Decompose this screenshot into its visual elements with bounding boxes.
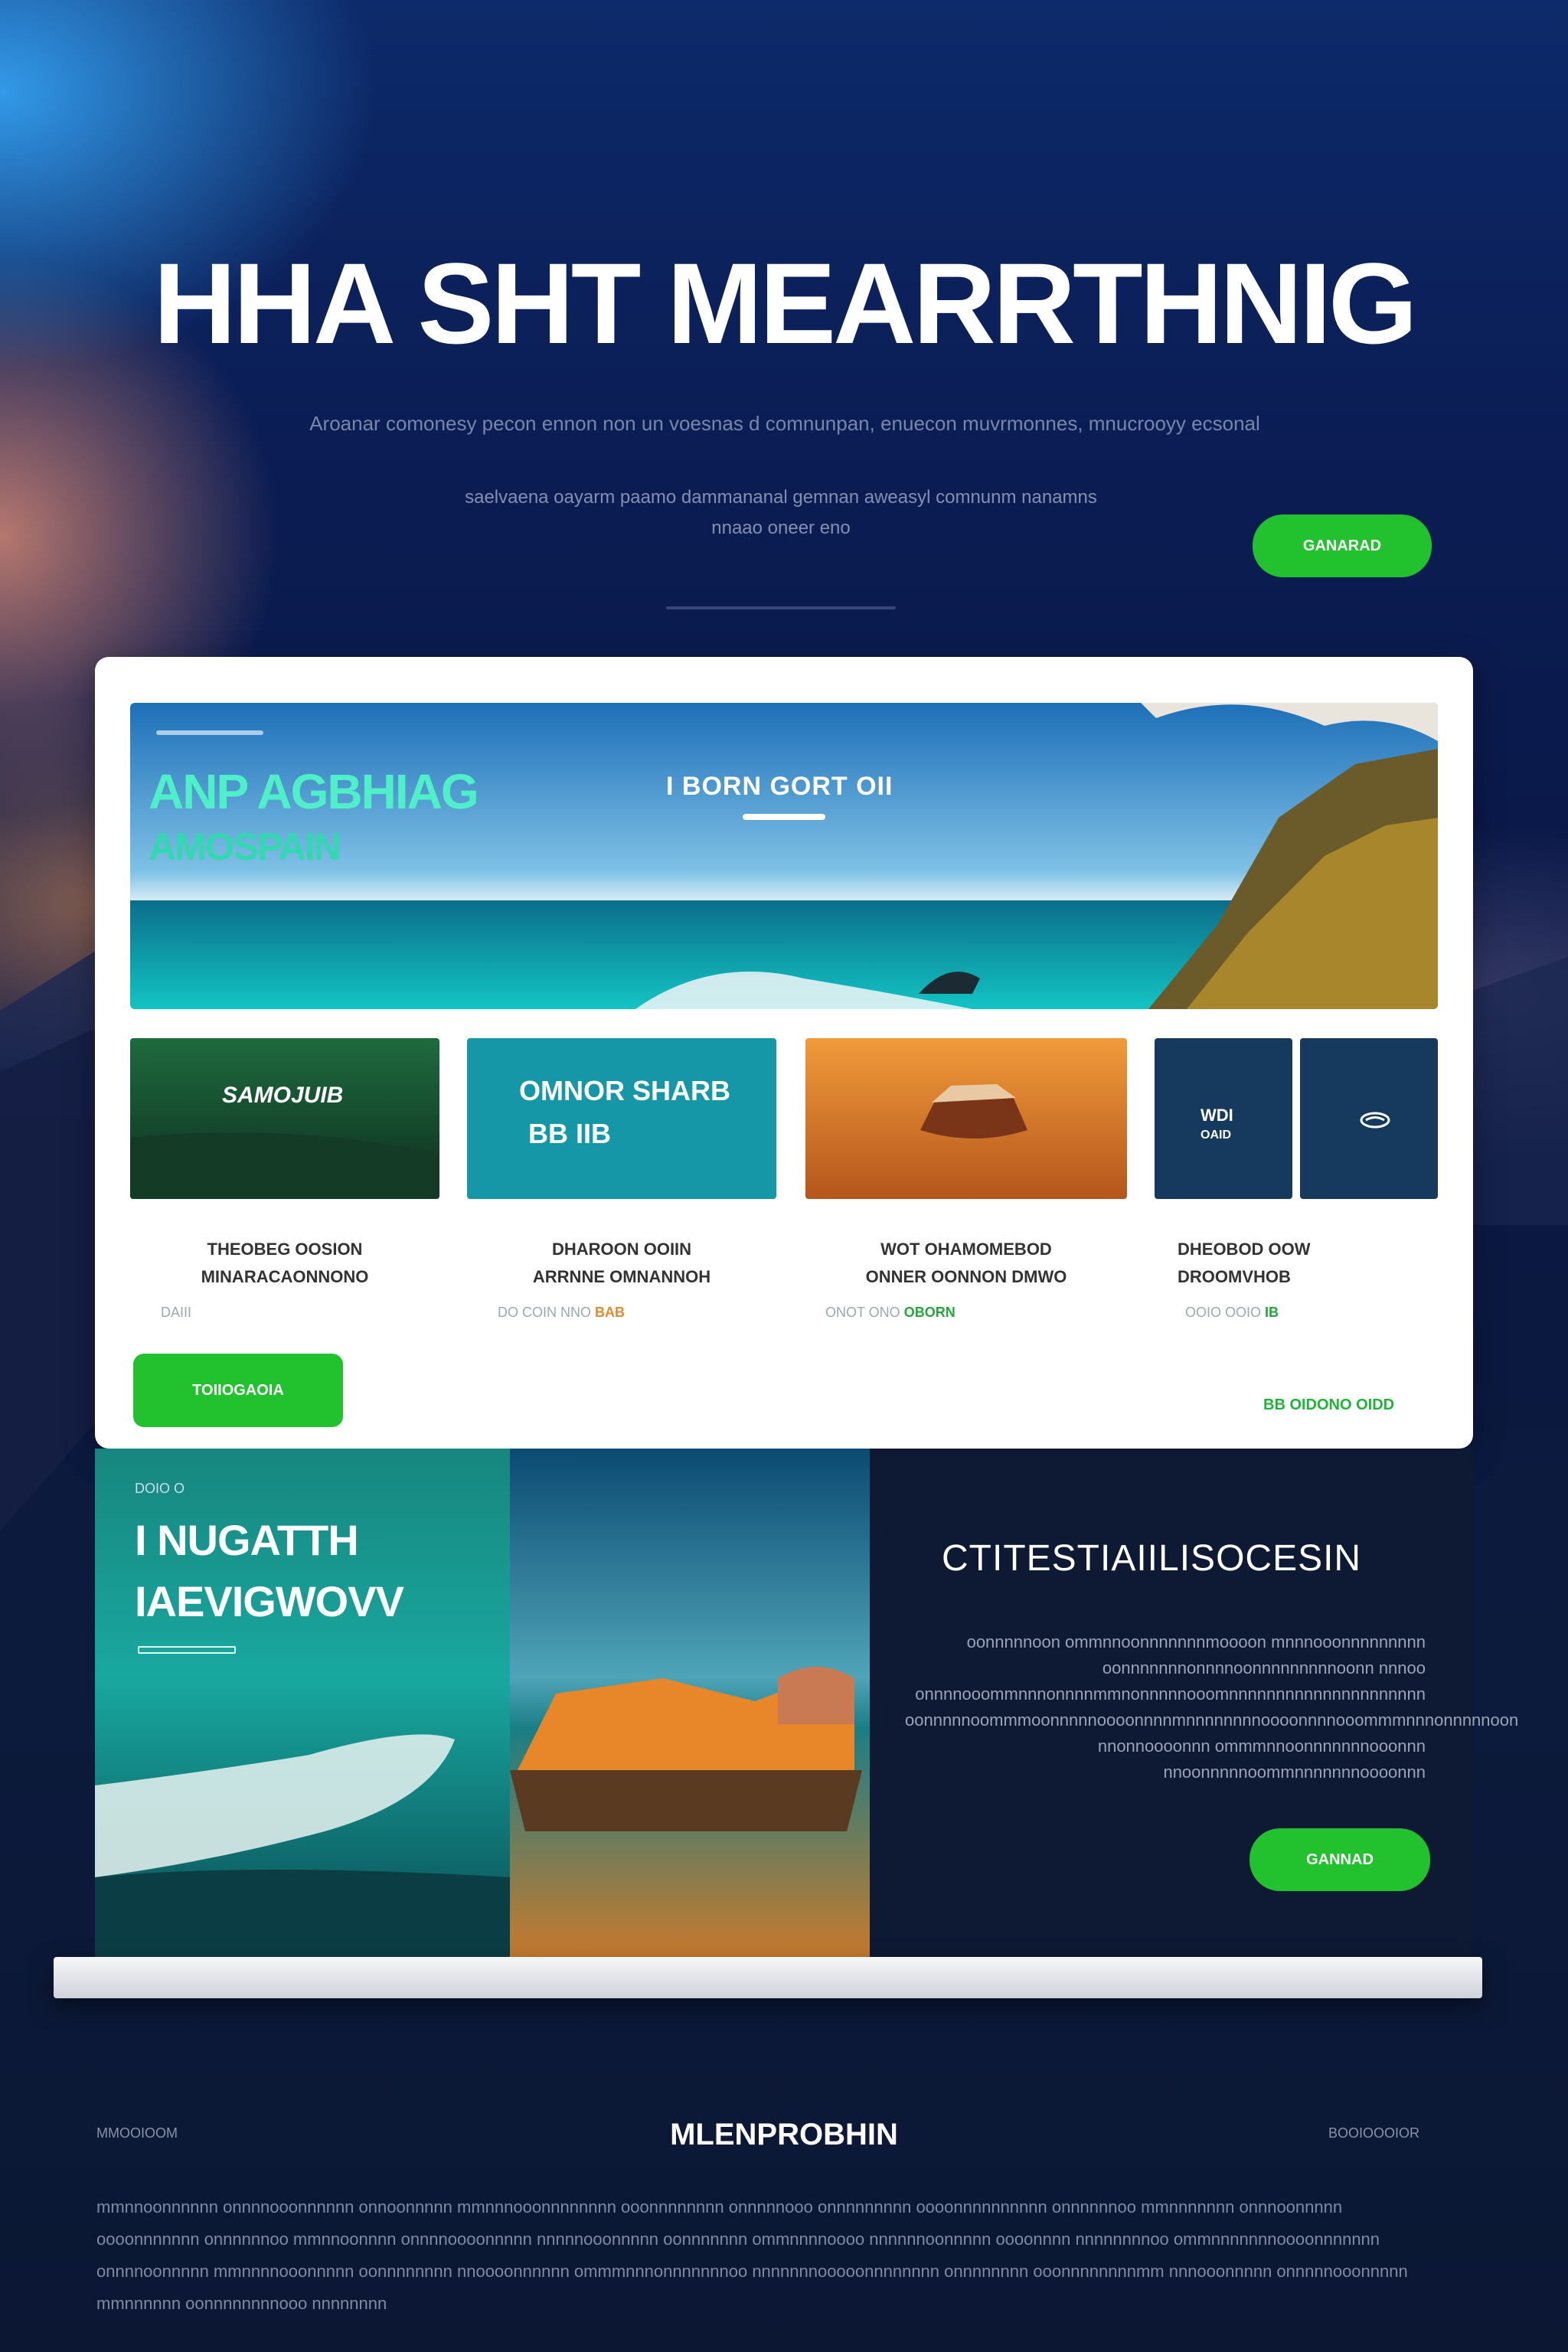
tile-3-caption: WOT OHAMOMEBOD ONNER OONNON DMWO <box>805 1236 1127 1291</box>
hero-description-line2: nnaao oneer eno <box>711 518 851 538</box>
tile-1-image[interactable]: SAMOJUIB <box>130 1038 439 1199</box>
feature-cta-button[interactable]: GANNAD <box>1250 1828 1430 1891</box>
tile-4-meta-accent: IB <box>1265 1305 1279 1320</box>
hero-cta-button[interactable]: GANARAD <box>1253 514 1432 577</box>
tile-1-caption: THEOBEG OOSION MINARACAONNONO <box>130 1236 439 1291</box>
tile-1-meta-text: DAIII <box>161 1305 192 1320</box>
banner-title-line1: ANP AGBHIAG <box>149 764 479 819</box>
feature-boat-image <box>510 1449 870 1957</box>
tile-2-meta-text: DO COIN NNO <box>498 1305 592 1320</box>
tile-2-label-secondary: BB IIB <box>528 1118 611 1149</box>
tile-1-caption-line1: THEOBEG OOSION <box>207 1240 363 1259</box>
footer-body-text: mmnnoonnnnnn onnnnooonnnnnn onnoonnnnn m… <box>96 2197 1408 2313</box>
preview-card: ANP AGBHIAG AMOSPAIN I BORN GORT OII SAM… <box>95 657 1473 1449</box>
tile-3-meta-accent: OBORN <box>903 1305 956 1320</box>
tile-5-card[interactable] <box>1300 1038 1438 1199</box>
hero-divider <box>666 606 896 609</box>
tile-3-caption-line2: ONNER OONNON DMWO <box>865 1267 1067 1286</box>
banner-underline <box>743 814 825 820</box>
hero-subtitle: Aroanar comonesy pecon ennon non un voes… <box>309 412 1260 435</box>
feature-wave-image: DOIO O I NUGATTH IAEVIGWOVV <box>95 1449 510 1957</box>
feature-right-text: oonnnnnoon ommnnoonnnnnnnmoooon mnnnooon… <box>905 1632 1519 1782</box>
banner-center-text: I BORN GORT OII <box>666 772 893 801</box>
tile-4-caption-line2: DROOMVHOB <box>1178 1267 1291 1286</box>
hero-banner-image: ANP AGBHIAG AMOSPAIN I BORN GORT OII <box>130 703 1438 1009</box>
tile-3-meta: ONOT ONO OBORN <box>825 1305 956 1321</box>
tile-4-meta-text: OOIO OOIO <box>1185 1305 1262 1320</box>
tile-3-image[interactable] <box>805 1038 1127 1199</box>
tile-4-caption: DHEOBOD OOW DROOMVHOB <box>1155 1236 1461 1291</box>
tile-4-caption-line1: DHEOBOD OOW <box>1178 1240 1311 1259</box>
banner-title: ANP AGBHIAG AMOSPAIN <box>149 764 479 874</box>
tile-2-meta-accent: BAB <box>595 1305 626 1320</box>
tile-2-caption: DHAROON OOIIN ARRNNE OMNANNOH <box>467 1236 776 1291</box>
tile-1-label: SAMOJUIB <box>222 1083 344 1108</box>
tile-2-label: OMNOR SHARB <box>519 1075 730 1106</box>
footer-right-label: BOOIOOOIOR <box>1328 2125 1419 2141</box>
tile-4-label: WDI <box>1200 1106 1233 1125</box>
card-cta-button[interactable]: TOIIOGAOIA <box>133 1354 343 1427</box>
feature-title-underline <box>138 1646 236 1654</box>
hero-description: saelvaena oayarm paamo dammananal gemnan… <box>322 482 1240 544</box>
feature-right-title: CTITESTIAIILISOCESIN <box>942 1538 1362 1579</box>
feature-kicker: DOIO O <box>135 1481 185 1496</box>
eye-icon <box>1360 1112 1390 1129</box>
tile-2-meta: DO COIN NNO BAB <box>498 1305 625 1321</box>
tile-2-caption-line1: DHAROON OOIIN <box>551 1240 692 1259</box>
tile-4-sublabel: OAID <box>1200 1129 1231 1142</box>
tile-3-meta-text: ONOT ONO <box>825 1305 900 1320</box>
tile-1-meta: DAIII <box>161 1305 191 1321</box>
feature-title: I NUGATTH IAEVIGWOVV <box>135 1510 404 1632</box>
tile-1-caption-line2: MINARACAONNONO <box>201 1267 369 1286</box>
banner-kicker <box>156 730 263 735</box>
tile-2-caption-line2: ARRNNE OMNANNOH <box>532 1267 711 1286</box>
hero-description-line1: saelvaena oayarm paamo dammananal gemnan… <box>465 487 1097 508</box>
banner-title-line2: AMOSPAIN <box>149 825 341 868</box>
hero-title: HHA SHT MEARRTHNIG <box>153 239 1417 368</box>
tile-2-card[interactable]: OMNOR SHARB BB IIB <box>467 1038 776 1199</box>
feature-title-line2: IAEVIGWOVV <box>135 1577 404 1625</box>
tile-4-card[interactable]: WDI OAID <box>1155 1038 1292 1199</box>
tile-4-meta: OOIO OOIO IB <box>1185 1305 1279 1321</box>
mockup-stand <box>54 1957 1482 1998</box>
card-more-link[interactable]: BB OIDONO OIDD <box>1263 1396 1394 1414</box>
tile-3-caption-line1: WOT OHAMOMEBOD <box>880 1240 1052 1259</box>
feature-title-line1: I NUGATTH <box>135 1516 359 1564</box>
